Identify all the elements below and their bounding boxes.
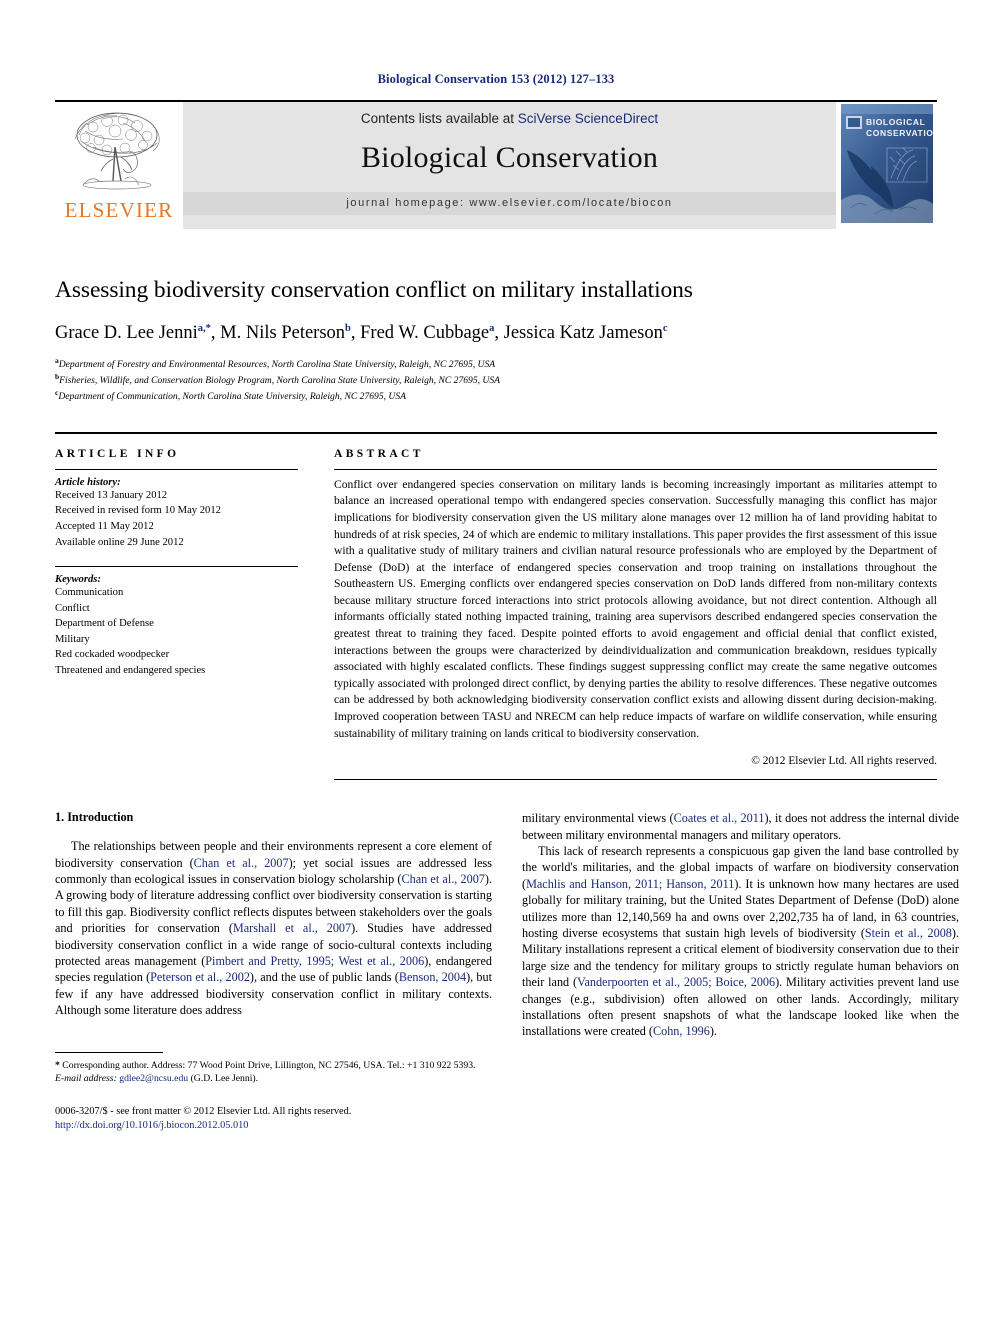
keyword-item: Conflict [55, 602, 90, 614]
affiliation-list: aDepartment of Forestry and Environmenta… [55, 356, 937, 403]
elsevier-logo: ELSEVIER [55, 102, 183, 229]
author-name: Jessica Katz Jamesonc [503, 323, 668, 344]
intro-paragraph-right-2: This lack of research represents a consp… [522, 843, 960, 1039]
section-heading-introduction: 1. Introduction [55, 810, 134, 825]
intro-paragraph-right-1: military environmental views (Coates et … [522, 811, 959, 842]
keyword-item: Threatened and endangered species [55, 664, 206, 676]
email-note: E-mail address: gdlee2@ncsu.edu (G.D. Le… [55, 1073, 259, 1085]
cover-title-line1: BIOLOGICAL [866, 117, 925, 127]
author-name: Fred W. Cubbagea [360, 323, 495, 344]
sciencedirect-link[interactable]: SciVerse ScienceDirect [518, 111, 658, 126]
body-columns: 1. Introduction The relationships betwee… [55, 810, 959, 1134]
history-item: Received 13 January 2012 [55, 489, 168, 501]
keywords-label: Keywords: [55, 574, 101, 586]
journal-band: Contents lists available at SciVerse Sci… [183, 102, 836, 229]
elsevier-wordmark: ELSEVIER [64, 198, 174, 222]
body-column-right: military environmental views (Coates et … [522, 810, 959, 1134]
divider [55, 566, 298, 568]
abstract-copyright: © 2012 Elsevier Ltd. All rights reserved… [751, 755, 937, 768]
divider [55, 468, 298, 470]
keywords-block: Keywords: Communication Conflict Departmen… [55, 574, 298, 678]
keywords-list: Communication Conflict Department of Defen… [55, 585, 298, 678]
front-matter-text: 0006-3207/$ - see front matter © 2012 El… [55, 1105, 352, 1117]
keyword-item: Communication [55, 587, 124, 599]
cover-artwork: BIOLOGICAL CONSERVATION [840, 104, 933, 223]
journal-cover-thumbnail: BIOLOGICAL CONSERVATION [836, 102, 937, 229]
contents-line: Contents lists available at SciVerse Sci… [361, 111, 658, 126]
author-affiliation-mark: b [345, 323, 351, 335]
divider [334, 779, 937, 781]
cover-title-line2: CONSERVATION [866, 128, 933, 138]
info-abstract-section: ARTICLE INFO Article history: Received 1… [55, 431, 937, 781]
contents-prefix: Contents lists available at [360, 111, 518, 126]
abstract-text: Conflict over endangered species conserv… [334, 477, 937, 740]
abstract-label: ABSTRACT [334, 447, 424, 460]
doi-link[interactable]: http://dx.doi.org/10.1016/j.biocon.2012.… [55, 1120, 248, 1131]
front-matter-note: 0006-3207/$ - see front matter © 2012 El… [55, 1105, 492, 1134]
cover-illustration-icon: BIOLOGICAL CONSERVATION [840, 104, 933, 223]
elsevier-tree-icon [74, 112, 160, 190]
author-affiliation-mark: a,* [197, 323, 211, 335]
article-history-list: Received 13 January 2012 Received in revi… [55, 488, 298, 550]
article-info-column: ARTICLE INFO Article history: Received 1… [55, 448, 298, 780]
body-column-left: 1. Introduction The relationships betwee… [55, 810, 492, 1134]
page-title: Assessing biodiversity conservation conf… [55, 277, 693, 303]
intro-paragraph-left: The relationships between people and the… [55, 839, 493, 1018]
corresponding-author-note: * Corresponding author. Address: 77 Wood… [55, 1059, 476, 1071]
keyword-item: Military [55, 633, 90, 645]
history-item: Received in revised form 10 May 2012 [55, 505, 221, 517]
running-head: Biological Conservation 153 (2012) 127–1… [377, 72, 615, 86]
affiliation-item: bFisheries, Wildlife, and Conservation B… [55, 372, 501, 387]
article-info-label: ARTICLE INFO [55, 447, 180, 460]
history-item: Available online 29 June 2012 [55, 536, 184, 548]
paper-page: Biological Conservation 153 (2012) 127–1… [0, 0, 992, 1323]
history-item: Accepted 11 May 2012 [55, 520, 154, 532]
journal-homepage[interactable]: journal homepage: www.elsevier.com/locat… [183, 192, 836, 215]
journal-title: Biological Conservation [360, 141, 659, 174]
footnote-block: * Corresponding author. Address: 77 Wood… [55, 1051, 492, 1134]
author-name: Grace D. Lee Jennia,* [55, 323, 211, 344]
author-affiliation-mark: a [489, 323, 495, 335]
footnote-rule [55, 1051, 163, 1053]
keyword-item: Red cockaded woodpecker [55, 649, 170, 661]
journal-masthead: ELSEVIER Contents lists available at Sci… [55, 100, 937, 229]
divider [334, 468, 937, 470]
title-block: Assessing biodiversity conservation conf… [55, 276, 937, 404]
author-affiliation-mark: c [662, 323, 668, 335]
affiliation-item: aDepartment of Forestry and Environmenta… [55, 356, 496, 371]
keyword-item: Department of Defense [55, 618, 154, 630]
article-history-label: Article history: [55, 476, 121, 488]
author-name: M. Nils Petersonb [220, 323, 351, 344]
abstract-column: ABSTRACT Conflict over endangered specie… [334, 447, 937, 781]
affiliation-item: cDepartment of Communication, North Caro… [55, 388, 407, 403]
author-list: Grace D. Lee Jennia,*, M. Nils Petersonb… [55, 323, 668, 344]
